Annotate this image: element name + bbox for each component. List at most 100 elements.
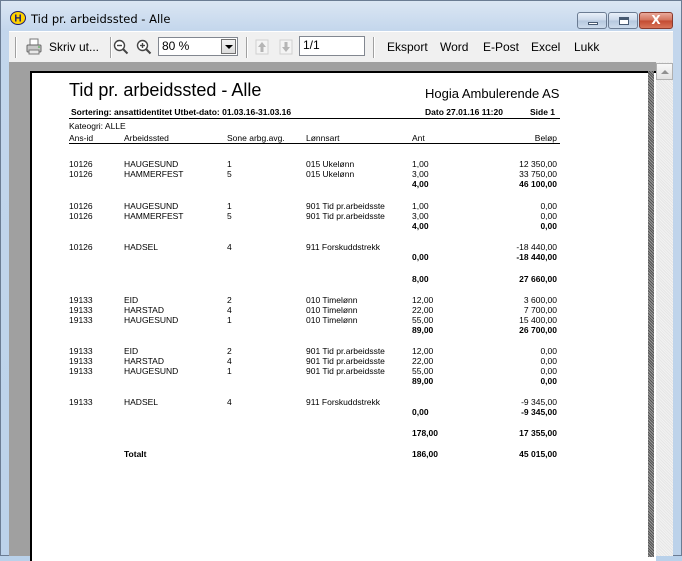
cell-lonnsart: 901 Tid pr.arbeidsste — [306, 356, 385, 366]
table-row: 19133 HARSTAD 4 010 Timelønn 22,00 7 700,00 — [3, 305, 627, 315]
cell-belop: 45 015,00 — [519, 449, 557, 459]
column-header-lonnsart: Lønnsart — [306, 133, 340, 143]
report-preview-window: H Tid pr. arbeidssted - Alle X Skriv ut.… — [0, 0, 682, 561]
cell-belop: 7 700,00 — [523, 305, 557, 315]
report-content: Tid pr. arbeidssted - Alle Hogia Ambuler… — [3, 3, 627, 491]
cell-belop: 17 355,00 — [519, 428, 557, 438]
table-row: 10126 HAMMERFEST 5 015 Ukelønn 3,00 33 750,00 — [3, 169, 627, 179]
subtotal-row: 4,00 46 100,00 — [3, 179, 627, 189]
cell-ans-id: 10126 — [69, 201, 93, 211]
cell-arbeidssted: HARSTAD — [124, 356, 164, 366]
close-icon: X — [651, 13, 661, 27]
cell-lonnsart: 911 Forskuddstrekk — [306, 397, 381, 407]
table-row: 19133 EID 2 010 Timelønn 12,00 3 600,00 — [3, 295, 627, 305]
column-header-divider — [69, 143, 560, 144]
cell-arbeidssted: HAUGESUND — [124, 366, 179, 376]
cell-ant: 3,00 — [412, 211, 429, 221]
cell-arbeidssted: EID — [124, 346, 139, 356]
sorting-info: Sortering: ansattidentitet Utbet-dato: 0… — [71, 107, 292, 117]
cell-belop: 46 100,00 — [519, 179, 557, 189]
subtotal-row: 0,00 -9 345,00 — [3, 407, 627, 417]
cell-ant: 1,00 — [412, 201, 429, 211]
cell-ans-id: 10126 — [69, 159, 93, 169]
cell-belop: 0,00 — [540, 366, 557, 376]
cell-ant: 3,00 — [412, 169, 429, 179]
cell-lonnsart: 901 Tid pr.arbeidsste — [306, 211, 385, 221]
table-row: 19133 HAUGESUND 1 010 Timelønn 55,00 15 400,0… — [3, 315, 627, 325]
cell-lonnsart: 015 Ukelønn — [306, 169, 355, 179]
table-row: 10126 HAUGESUND 1 901 Tid pr.arbeidsste 1,00… — [3, 201, 627, 211]
cell-ant: 4,00 — [412, 221, 429, 231]
close-window-button[interactable]: X — [639, 12, 673, 29]
header-divider — [69, 118, 560, 119]
cell-arbeidssted: HAMMERFEST — [124, 211, 184, 221]
cell-ans-id: 19133 — [69, 366, 93, 376]
cell-arbeidssted: HAUGESUND — [124, 315, 179, 325]
cell-sone: 1 — [227, 315, 232, 325]
column-header-sone: Sone arbg.avg. — [227, 133, 285, 143]
cell-lonnsart: 010 Timelønn — [306, 315, 358, 325]
cell-sone: 2 — [227, 295, 232, 305]
cell-belop: 27 660,00 — [519, 274, 557, 284]
cell-lonnsart: 901 Tid pr.arbeidsste — [306, 346, 385, 356]
subtotal-row: 178,00 17 355,00 — [3, 428, 627, 438]
cell-sone: 2 — [227, 346, 232, 356]
cell-sone: 4 — [227, 242, 232, 252]
cell-ans-id: 10126 — [69, 242, 93, 252]
cell-sone: 4 — [227, 397, 232, 407]
cell-belop: 0,00 — [540, 211, 557, 221]
cell-arbeidssted: HADSEL — [124, 242, 159, 252]
cell-belop: 15 400,00 — [519, 315, 557, 325]
cell-belop: 0,00 — [540, 356, 557, 366]
cell-arbeidssted: HADSEL — [124, 397, 159, 407]
company-name: Hogia Ambulerende AS — [425, 86, 560, 101]
table-row: 10126 HADSEL 4 911 Forskuddstrekk -18 440,00 — [3, 242, 627, 252]
cell-ant: 178,00 — [412, 428, 438, 438]
cell-sone: 1 — [227, 201, 232, 211]
cell-ant: 22,00 — [412, 356, 434, 366]
cell-sone: 4 — [227, 305, 232, 315]
cell-ans-id: 10126 — [69, 169, 93, 179]
cell-ans-id: 10126 — [69, 211, 93, 221]
cell-ant: 12,00 — [412, 295, 434, 305]
cell-arbeidssted: HAUGESUND — [124, 201, 179, 211]
page-shadow — [648, 71, 654, 557]
cell-arbeidssted: Totalt — [124, 449, 147, 459]
cell-arbeidssted: HARSTAD — [124, 305, 164, 315]
table-row: 19133 HARSTAD 4 901 Tid pr.arbeidsste 22,00 0… — [3, 356, 627, 366]
column-header-ans-id: Ans-id — [69, 133, 94, 143]
cell-sone: 1 — [227, 366, 232, 376]
cell-ant: 89,00 — [412, 376, 434, 386]
report-page: Tid pr. arbeidssted - Alle Hogia Ambuler… — [30, 71, 656, 561]
cell-belop: -18 440,00 — [516, 242, 557, 252]
subtotal-row: 0,00 -18 440,00 — [3, 252, 627, 262]
cell-ans-id: 19133 — [69, 305, 93, 315]
cell-lonnsart: 010 Timelønn — [306, 305, 358, 315]
cell-sone: 5 — [227, 211, 232, 221]
cell-lonnsart: 901 Tid pr.arbeidsste — [306, 366, 385, 376]
cell-ant: 1,00 — [412, 159, 429, 169]
table-row: 19133 HAUGESUND 1 901 Tid pr.arbeidsste 55,0… — [3, 366, 627, 376]
cell-ant: 8,00 — [412, 274, 429, 284]
cell-ans-id: 19133 — [69, 346, 93, 356]
column-header-belop: Beløp — [534, 133, 557, 143]
cell-ant: 4,00 — [412, 179, 429, 189]
cell-belop: 0,00 — [540, 376, 557, 386]
cell-belop: 0,00 — [540, 221, 557, 231]
report-title: Tid pr. arbeidssted - Alle — [69, 80, 262, 100]
cell-ans-id: 19133 — [69, 295, 93, 305]
cell-ant: 12,00 — [412, 346, 434, 356]
cell-belop: -18 440,00 — [516, 252, 557, 262]
cell-belop: -9 345,00 — [521, 397, 557, 407]
vertical-scrollbar[interactable] — [656, 62, 673, 556]
cell-ans-id: 19133 — [69, 315, 93, 325]
cell-sone: 1 — [227, 159, 232, 169]
scroll-up-arrow-icon[interactable] — [656, 63, 673, 80]
cell-ant: 22,00 — [412, 305, 434, 315]
cell-belop: 0,00 — [540, 201, 557, 211]
preview-viewport: Tid pr. arbeidssted - Alle Hogia Ambuler… — [9, 62, 656, 561]
cell-lonnsart: 901 Tid pr.arbeidsste — [306, 201, 385, 211]
cell-sone: 4 — [227, 356, 232, 366]
cell-ans-id: 19133 — [69, 356, 93, 366]
cell-belop: 26 700,00 — [519, 325, 557, 335]
